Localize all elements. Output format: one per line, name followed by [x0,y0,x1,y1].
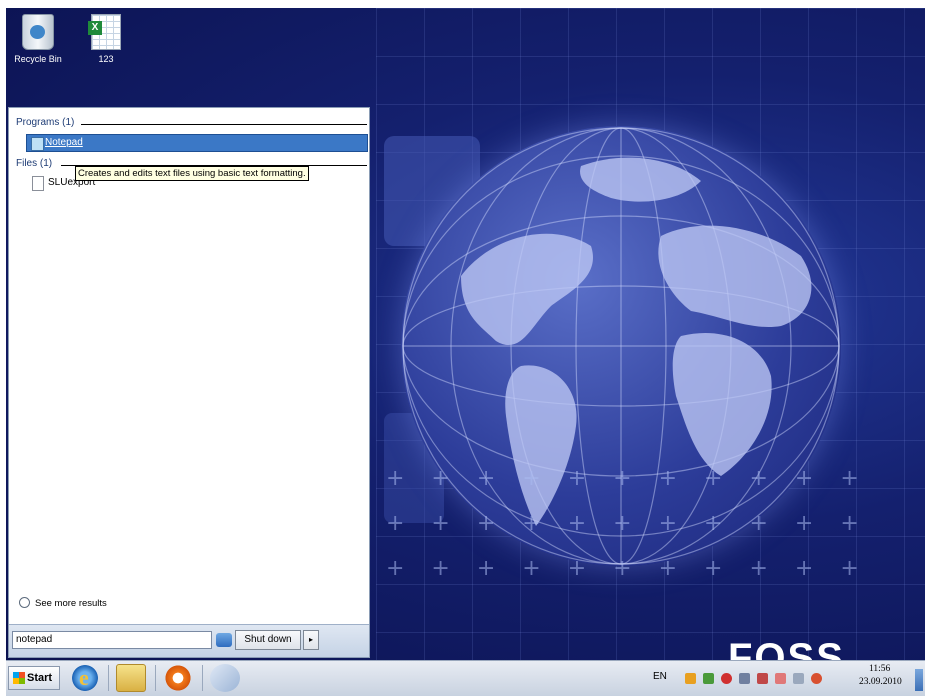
start-label: Start [27,672,53,684]
recycle-bin-icon [22,14,54,50]
desktop-icon-123[interactable]: 123 [74,14,138,64]
wallpaper-globe [401,126,841,566]
shutdown-button[interactable]: Shut down [235,630,301,650]
flag-icon[interactable] [757,673,768,684]
search-button[interactable] [216,633,232,647]
app-icon[interactable] [775,673,786,684]
see-more-label: See more results [35,598,107,609]
update-icon[interactable] [811,673,822,684]
search-icon [19,597,30,608]
paint-icon[interactable] [210,664,240,692]
start-menu: Programs (1) Notepad Files (1) SLUexport… [8,107,370,658]
excel-file-icon [88,14,121,50]
media-player-icon[interactable] [163,664,193,692]
document-icon [32,176,44,191]
windows-logo-icon [13,672,25,684]
program-result-notepad[interactable]: Notepad [26,134,368,152]
clipboard-icon[interactable] [793,673,804,684]
taskbar-separator [155,665,156,691]
files-header: Files (1) [16,158,53,169]
system-tray: EN 11:56 23.09.2010 [645,664,923,692]
alert-icon[interactable] [721,673,732,684]
taskbar: Start EN 11:56 23.09.2010 [6,660,925,696]
wallpaper-plus-row: +++++++++++ [386,556,886,581]
clock-date[interactable]: 23.09.2010 [859,677,902,687]
desktop-icon-label: Recycle Bin [14,54,62,64]
taskbar-separator [108,665,109,691]
network-icon[interactable] [685,673,696,684]
internet-explorer-icon[interactable] [70,664,100,692]
show-desktop-button[interactable] [915,669,923,691]
wallpaper-brand: FOSS [728,636,845,660]
windows-explorer-icon[interactable] [116,664,146,692]
start-menu-bottom-bar: notepad Shut down ▸ [9,624,369,657]
language-indicator[interactable]: EN [653,671,667,682]
programs-header: Programs (1) [16,117,75,128]
start-button[interactable]: Start [8,666,60,690]
tooltip: Creates and edits text files using basic… [75,166,309,181]
wallpaper-plus-row: +++++++++++ [386,466,886,491]
volume-icon[interactable] [739,673,750,684]
security-icon[interactable] [703,673,714,684]
clock-time[interactable]: 11:56 [869,664,890,674]
search-input[interactable]: notepad [12,631,212,649]
wallpaper-plus-row: +++++++++++ [386,511,886,536]
divider [81,124,367,125]
desktop-icon-label: 123 [98,54,114,64]
shutdown-options-arrow[interactable]: ▸ [303,630,319,650]
taskbar-separator [202,665,203,691]
desktop-icon-recycle-bin[interactable]: Recycle Bin [6,14,70,64]
program-result-label: Notepad [45,137,83,148]
notepad-icon [31,137,44,151]
